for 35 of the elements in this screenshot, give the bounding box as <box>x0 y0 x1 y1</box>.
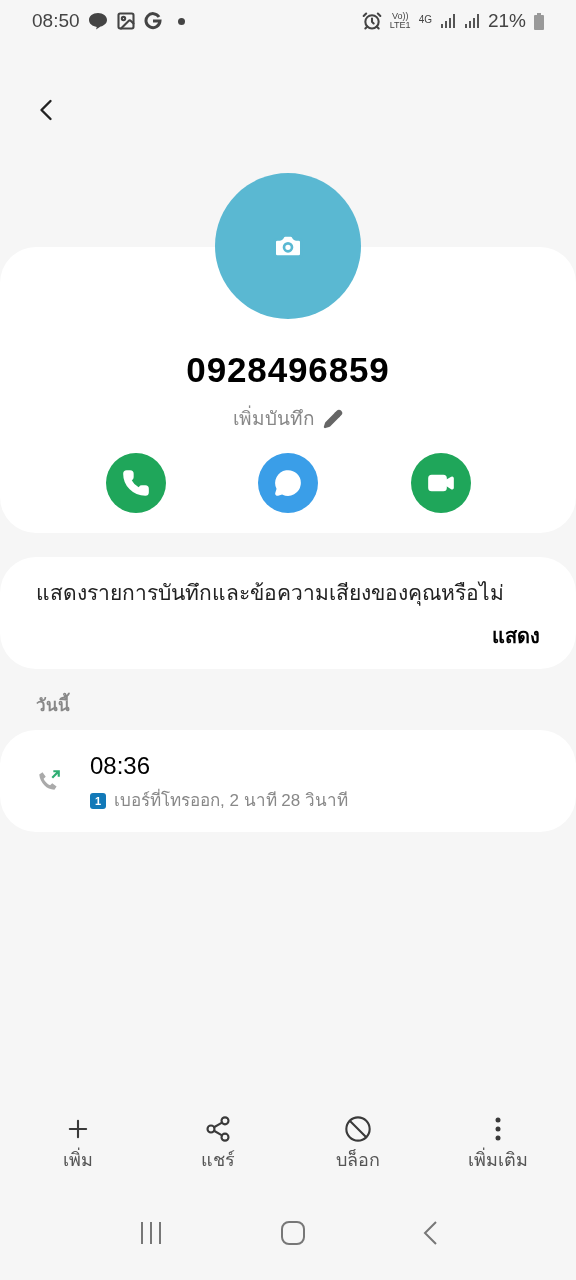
signal-icon <box>439 13 456 29</box>
alarm-icon <box>361 11 382 31</box>
signal-icon <box>463 13 480 29</box>
status-time: 08:50 <box>32 8 80 33</box>
back-icon[interactable] <box>423 1220 437 1245</box>
call-log-item[interactable]: 08:36 1 เบอร์ที่โทรออก, 2 นาที 28 วินาที <box>0 730 576 832</box>
block-icon <box>344 1115 372 1143</box>
battery-percent: 21% <box>487 8 526 33</box>
more-icon <box>495 1117 501 1141</box>
toolbar-button[interactable]: บล็อก <box>303 1115 413 1195</box>
sim-badge: 1 <box>90 793 106 809</box>
section-header: วันนี้ <box>0 692 576 718</box>
battery-icon <box>534 12 544 30</box>
lte-label: LTE1 <box>389 21 411 30</box>
recent-apps-icon[interactable] <box>139 1220 163 1245</box>
message-button[interactable] <box>258 453 318 513</box>
phone-icon <box>121 469 150 497</box>
volte-label: Vo)) <box>391 12 409 21</box>
call-time: 08:36 <box>90 751 152 782</box>
add-note-link[interactable]: เพิ่มบันทึก <box>233 404 343 433</box>
home-icon[interactable] <box>281 1220 305 1245</box>
toolbar-button[interactable]: เพิ่ม <box>23 1115 133 1195</box>
share-icon <box>204 1115 232 1143</box>
chat-bubble-icon <box>87 12 108 30</box>
network-label: 4G <box>418 13 432 27</box>
call-detail: เบอร์ที่โทรออก, 2 นาที 28 วินาที <box>114 788 348 814</box>
toolbar-button[interactable]: แชร์ <box>163 1115 273 1195</box>
message-icon <box>274 469 302 497</box>
pencil-icon <box>323 408 343 429</box>
prompt-message: แสดงรายการบันทึกและข้อความเสียงของคุณหรือไม่ <box>36 580 505 608</box>
toolbar-button[interactable]: เพิ่มเติม <box>443 1115 553 1195</box>
show-button[interactable]: แสดง <box>492 620 540 651</box>
phone-number: 0928496859 <box>186 349 390 391</box>
g-icon <box>143 12 162 30</box>
image-icon <box>115 11 136 31</box>
